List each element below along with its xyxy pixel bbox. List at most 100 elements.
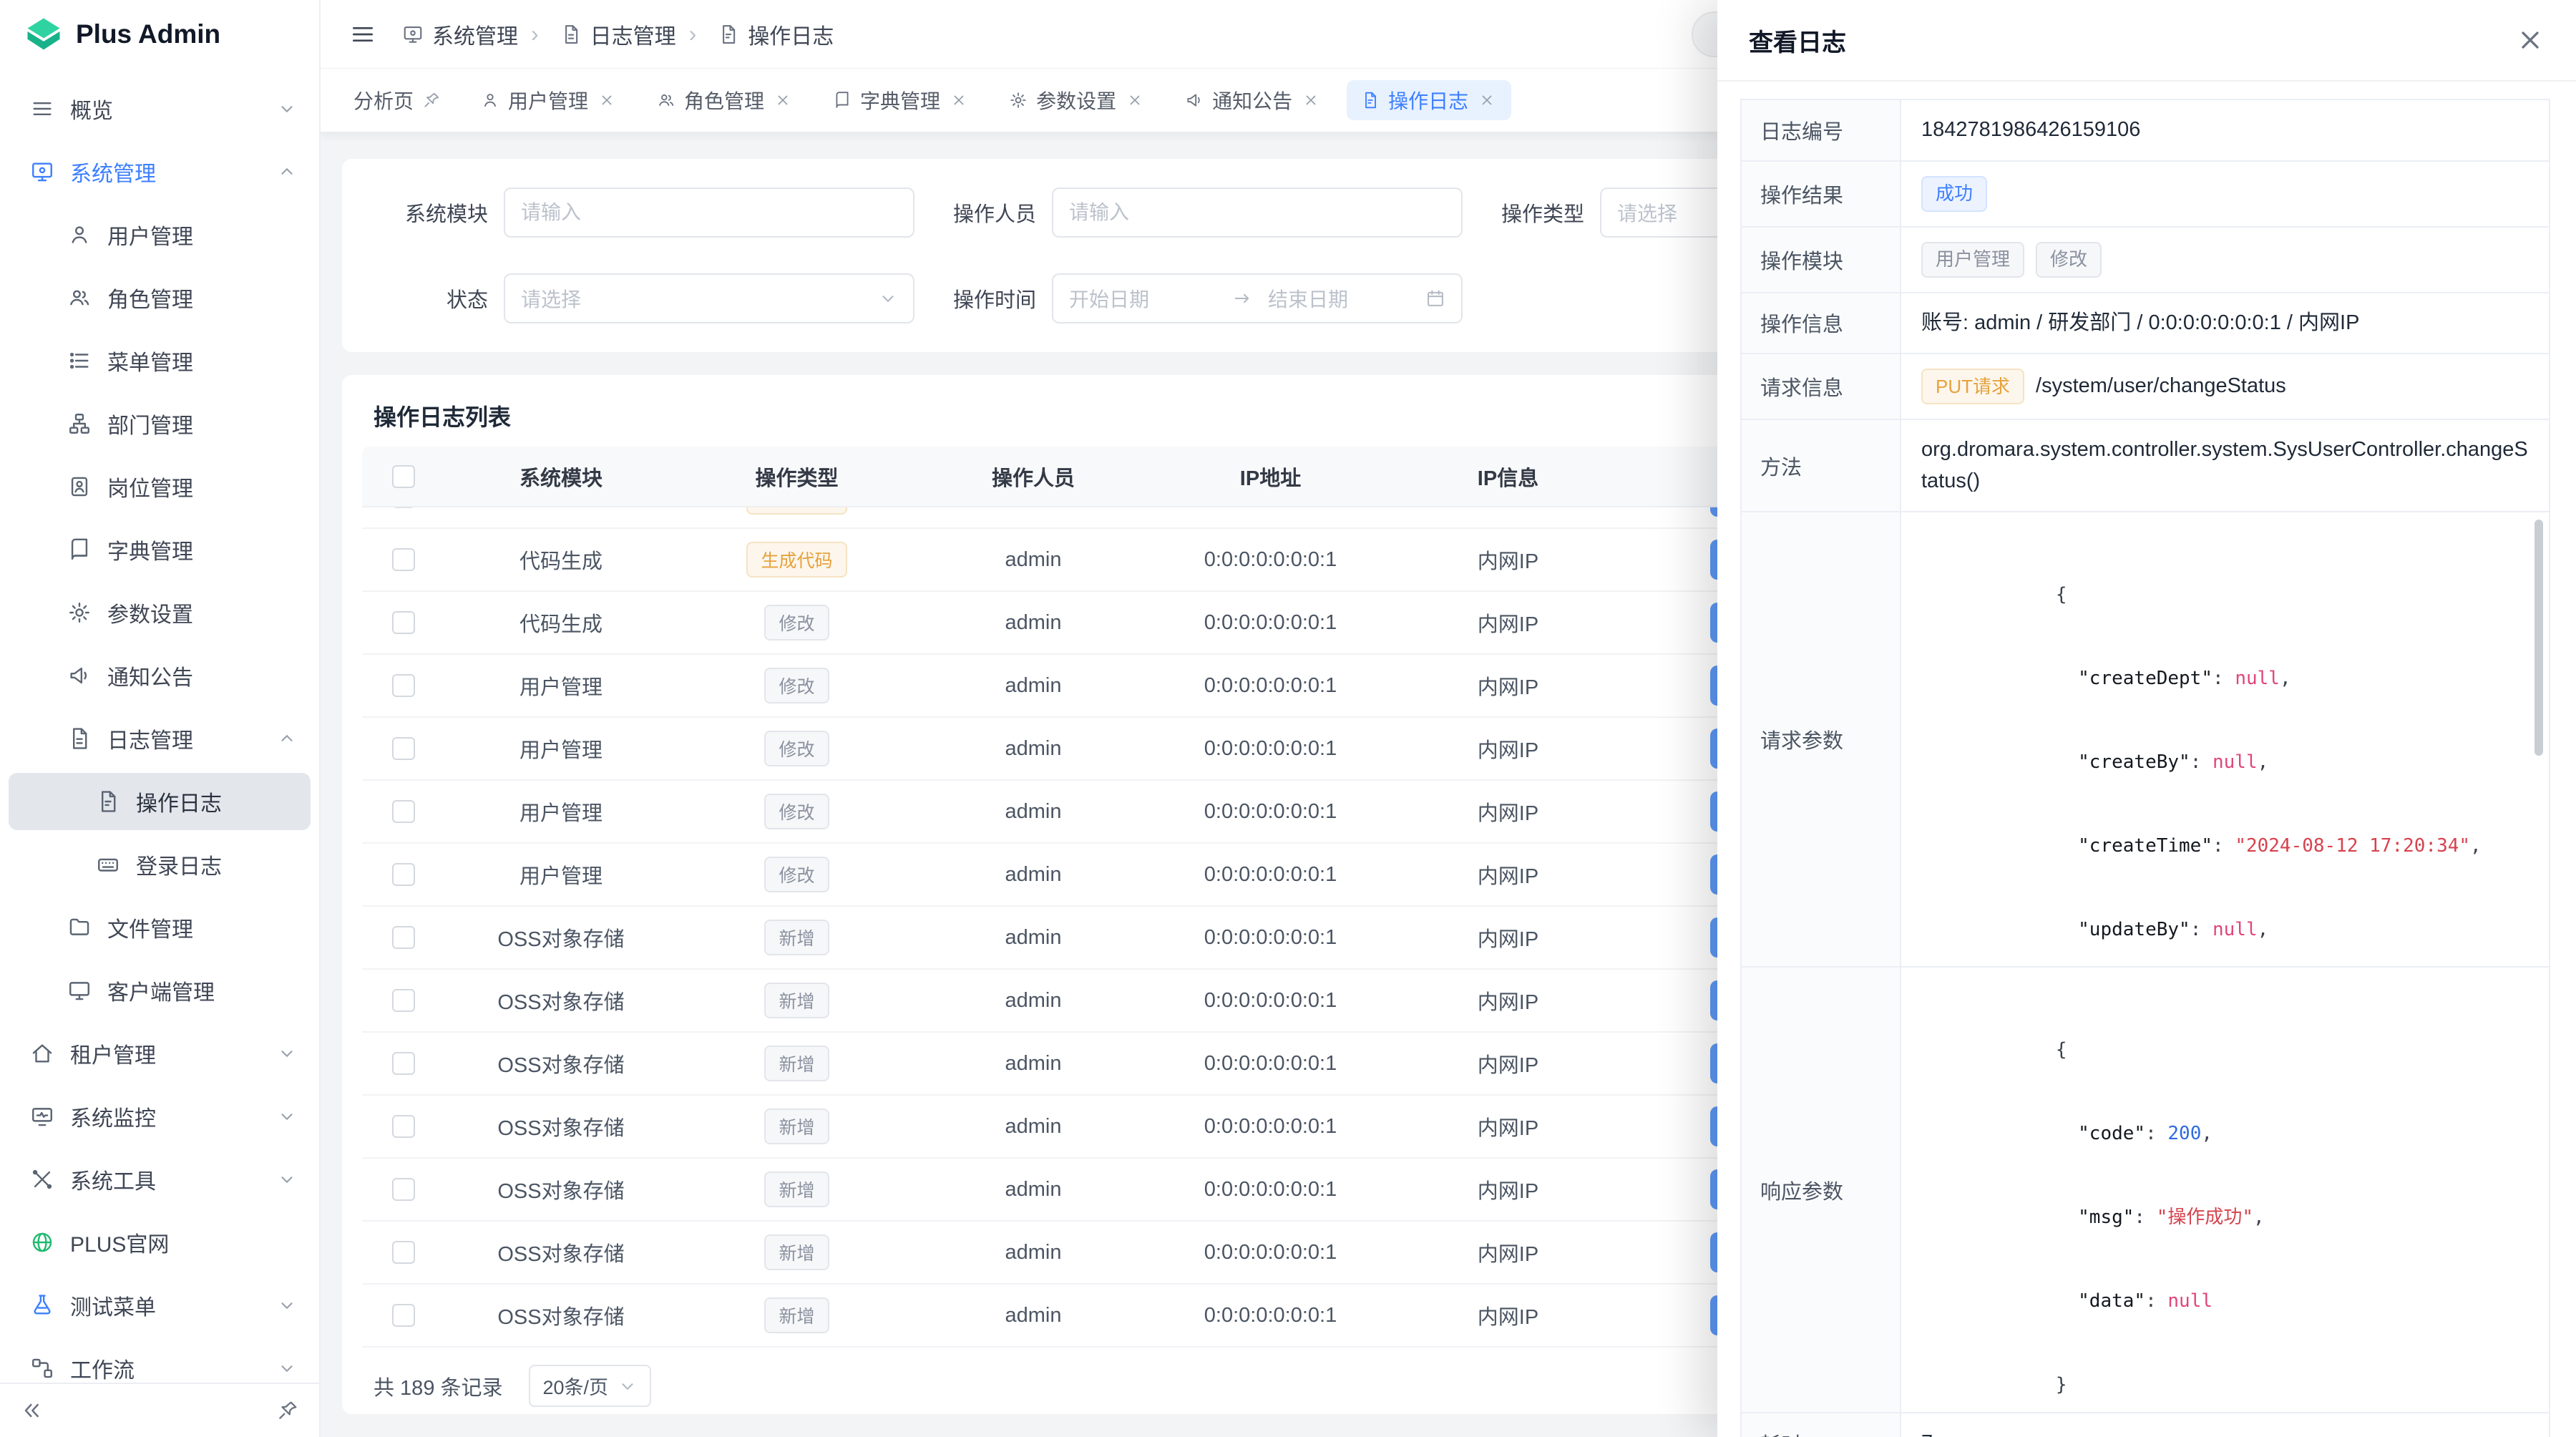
row-checkbox[interactable] [392,1241,415,1264]
breadcrumb-item[interactable]: 系统管理 [402,19,518,50]
sidebar-item[interactable]: 字典管理 [9,521,311,578]
sidebar-item[interactable]: 系统管理 [9,143,311,200]
row-checkbox[interactable] [392,1178,415,1201]
row-checkbox[interactable] [392,1304,415,1327]
tab[interactable]: 参数设置 [995,80,1159,120]
cell-ip-info: 内网IP [1390,718,1626,779]
chevron-down-icon [278,1359,296,1378]
sidebar-item[interactable]: 系统监控 [9,1088,311,1145]
cell-operator: admin [916,718,1151,779]
cell-ip: 0:0:0:0:0:0:0:1 [1151,655,1390,716]
operation-type-badge: 生成代码 [746,542,847,578]
tab[interactable]: 用户管理 [467,80,631,120]
tab-close-icon[interactable] [1301,90,1321,110]
close-icon[interactable] [2516,26,2545,54]
sidebar-item-label: 参数设置 [107,597,193,628]
cell-operator: admin [916,1033,1151,1094]
tab-close-icon[interactable] [949,90,969,110]
sidebar-item[interactable]: 登录日志 [9,836,311,893]
cell-operator: admin [916,907,1151,968]
breadcrumb-item[interactable]: 操作日志 [676,19,834,50]
sidebar-item[interactable]: 工作流 [9,1340,311,1383]
column-header: 操作类型 [678,447,916,506]
tab[interactable]: 字典管理 [819,80,983,120]
breadcrumb-icon [560,24,582,45]
filter-daterange-input[interactable]: 开始日期 结束日期 [1052,273,1463,323]
sidebar-item[interactable]: 用户管理 [9,206,311,263]
scrollbar-thumb[interactable] [2534,520,2543,756]
breadcrumb-item[interactable]: 日志管理 [518,19,676,50]
select-all-checkbox[interactable] [392,465,415,488]
cell-ip: 0:0:0:0:0:0:0:1 [1151,781,1390,842]
sidebar-item[interactable]: 角色管理 [9,269,311,326]
tab-close-icon[interactable] [773,90,793,110]
row-checkbox[interactable] [392,800,415,823]
row-checkbox[interactable] [392,1115,415,1138]
cell-module: OSS对象存储 [444,907,678,968]
chevron-down-icon [278,1044,296,1063]
cell-operator: admin [916,844,1151,905]
operation-type-badge: 新增 [764,983,829,1018]
tab[interactable]: 操作日志 [1347,80,1511,120]
drawer-header: 查看日志 [1717,0,2576,82]
sidebar-item-label: 工作流 [70,1353,135,1383]
sidebar-item[interactable]: 菜单管理 [9,332,311,389]
row-checkbox[interactable] [392,611,415,634]
menu-item-icon [30,1230,54,1255]
menu-item-icon [30,160,54,184]
tab[interactable]: 分析页 [339,80,455,120]
hamburger-icon[interactable] [349,21,376,48]
sidebar-item[interactable]: 系统工具 [9,1151,311,1208]
sidebar-item-label: 概览 [70,93,113,125]
cell-module: 代码生成 [444,507,678,527]
pin-sidebar-icon[interactable] [276,1399,299,1422]
sidebar-item[interactable]: 客户端管理 [9,962,311,1019]
row-checkbox[interactable] [392,737,415,760]
app-logo[interactable]: Plus Admin [0,0,319,69]
row-checkbox[interactable] [392,989,415,1012]
sidebar-item[interactable]: 参数设置 [9,584,311,641]
sidebar-item[interactable]: 租户管理 [9,1025,311,1082]
breadcrumb-icon [402,24,424,45]
filter-operator-input[interactable] [1052,187,1463,238]
cell-ip: 0:0:0:0:0:0:0:1 [1151,970,1390,1031]
filter-module-input[interactable] [504,187,914,238]
cell-ip-info: 内网IP [1390,1096,1626,1157]
sidebar-item[interactable]: PLUS官网 [9,1214,311,1271]
chevron-down-icon [278,99,296,118]
pin-icon [422,91,441,109]
row-checkbox[interactable] [392,1052,415,1075]
operation-type-badge: 新增 [764,1297,829,1333]
sidebar-item[interactable]: 文件管理 [9,899,311,956]
page-size-select[interactable]: 20条/页 [529,1365,652,1407]
tab-label: 参数设置 [1036,86,1116,115]
row-checkbox[interactable] [392,548,415,571]
sidebar-item[interactable]: 日志管理 [9,710,311,767]
sidebar-item-label: 系统管理 [70,156,156,187]
tab-close-icon[interactable] [597,90,617,110]
column-header: 操作人员 [916,447,1151,506]
tab-label: 用户管理 [508,86,588,115]
row-checkbox[interactable] [392,863,415,886]
tab-icon [833,91,852,109]
chevron-down-icon [278,729,296,748]
sidebar-item[interactable]: 部门管理 [9,395,311,452]
row-checkbox[interactable] [392,507,415,508]
tab[interactable]: 角色管理 [643,80,807,120]
row-checkbox[interactable] [392,926,415,949]
row-checkbox[interactable] [392,674,415,697]
sidebar-item[interactable]: 岗位管理 [9,458,311,515]
tab-close-icon[interactable] [1125,90,1145,110]
sidebar-item[interactable]: 测试菜单 [9,1277,311,1334]
sidebar-item[interactable]: 操作日志 [9,773,311,830]
sidebar-item[interactable]: 通知公告 [9,647,311,704]
filter-status-select[interactable]: 请选择 [504,273,914,323]
sidebar-item[interactable]: 概览 [9,80,311,137]
collapse-sidebar-icon[interactable] [20,1399,43,1422]
menu-item-icon [30,1104,54,1129]
tab[interactable]: 通知公告 [1171,80,1335,120]
operation-type-badge: 新增 [764,1046,829,1081]
row-method: 方法 org.dromara.system.controller.system.… [1742,420,2549,512]
tab-close-icon[interactable] [1477,90,1497,110]
cell-ip: 0:0:0:0:0:0:0:1 [1151,1222,1390,1283]
